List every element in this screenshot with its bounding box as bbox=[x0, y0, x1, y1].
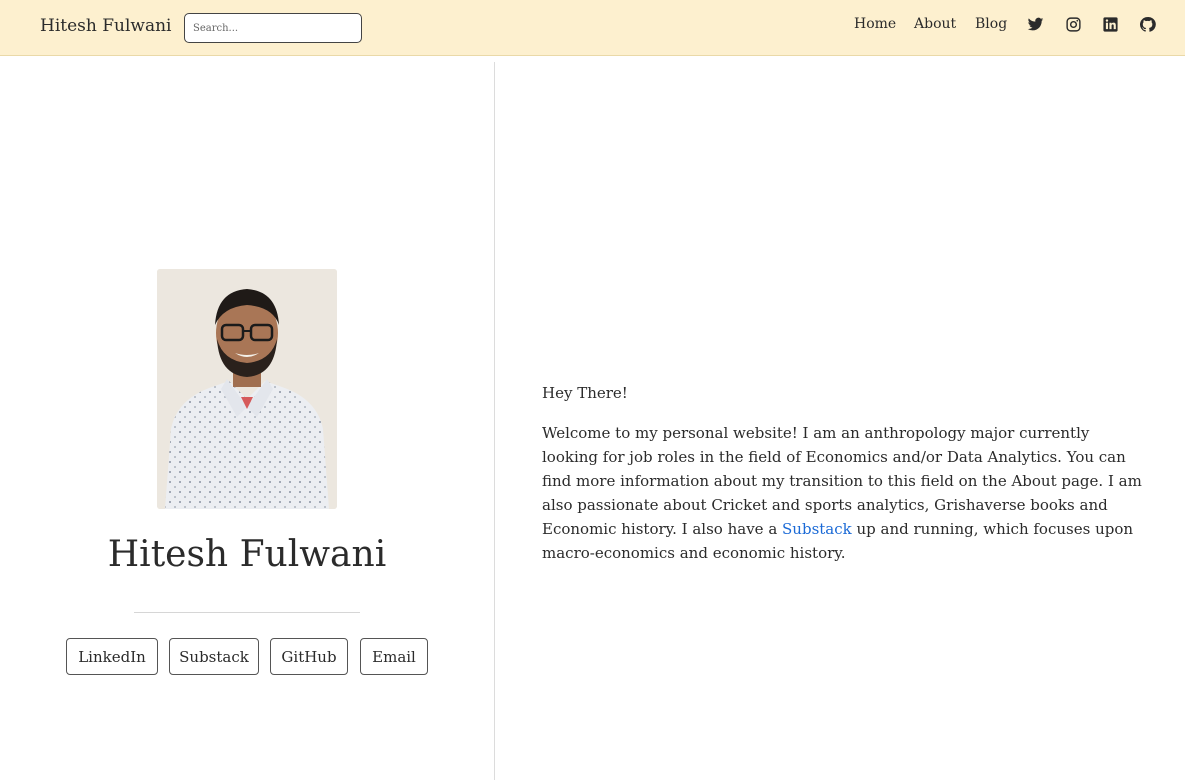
nav-link-about[interactable]: About bbox=[914, 16, 956, 32]
linkedin-icon[interactable] bbox=[1102, 16, 1119, 33]
column-divider bbox=[494, 62, 495, 780]
site-brand-link[interactable]: Hitesh Fulwani bbox=[40, 16, 171, 36]
email-button[interactable]: Email bbox=[360, 638, 428, 675]
intro-greeting: Hey There! bbox=[542, 384, 628, 402]
substack-inline-link[interactable]: Substack bbox=[782, 520, 852, 538]
intro-paragraph: Welcome to my personal website! I am an … bbox=[542, 421, 1142, 565]
substack-button[interactable]: Substack bbox=[169, 638, 259, 675]
profile-photo bbox=[157, 269, 337, 509]
intro-section: Hey There! Welcome to my personal websit… bbox=[542, 381, 1142, 581]
linkedin-button[interactable]: LinkedIn bbox=[66, 638, 158, 675]
top-navbar: Hitesh Fulwani Home About Blog bbox=[0, 0, 1185, 56]
search-input[interactable] bbox=[184, 13, 362, 43]
github-button[interactable]: GitHub bbox=[270, 638, 348, 675]
twitter-icon[interactable] bbox=[1027, 16, 1044, 33]
nav-link-home[interactable]: Home bbox=[854, 16, 896, 32]
name-divider bbox=[134, 612, 360, 613]
nav-link-blog[interactable]: Blog bbox=[975, 16, 1007, 32]
instagram-icon[interactable] bbox=[1065, 16, 1082, 33]
github-icon[interactable] bbox=[1139, 16, 1156, 33]
profile-name: Hitesh Fulwani bbox=[107, 534, 387, 575]
